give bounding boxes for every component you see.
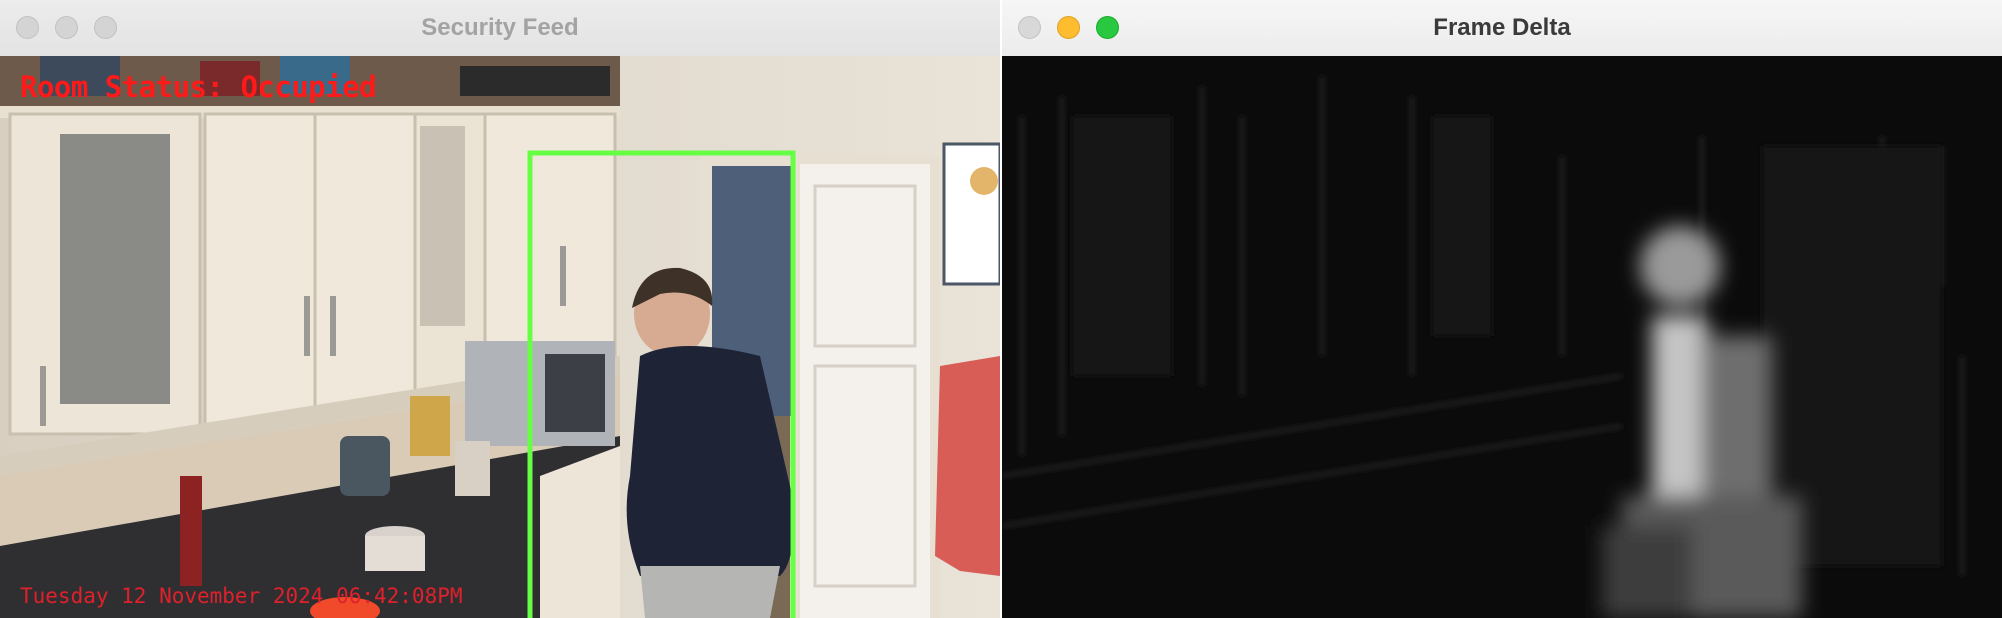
- titlebar: Frame Delta: [1002, 0, 2002, 57]
- kitchen-camera-image: [0, 56, 1000, 618]
- room-status-text: Room Status: Occupied: [20, 70, 377, 104]
- frame-delta-image: [1002, 56, 2002, 618]
- titlebar: Security Feed: [0, 0, 1000, 57]
- camera-feed: Room Status: Occupied Tuesday 12 Novembe…: [0, 56, 1000, 618]
- window-title: Security Feed: [421, 14, 579, 41]
- timestamp-text: Tuesday 12 November 2024 06:42:08PM: [20, 584, 463, 608]
- frame-delta-view: [1002, 56, 2002, 618]
- frame-delta-window: Frame Delta: [1002, 0, 2002, 618]
- window-title: Frame Delta: [1433, 14, 1571, 41]
- security-feed-window: Security Feed Room Status: Occupied Tues…: [0, 0, 1000, 618]
